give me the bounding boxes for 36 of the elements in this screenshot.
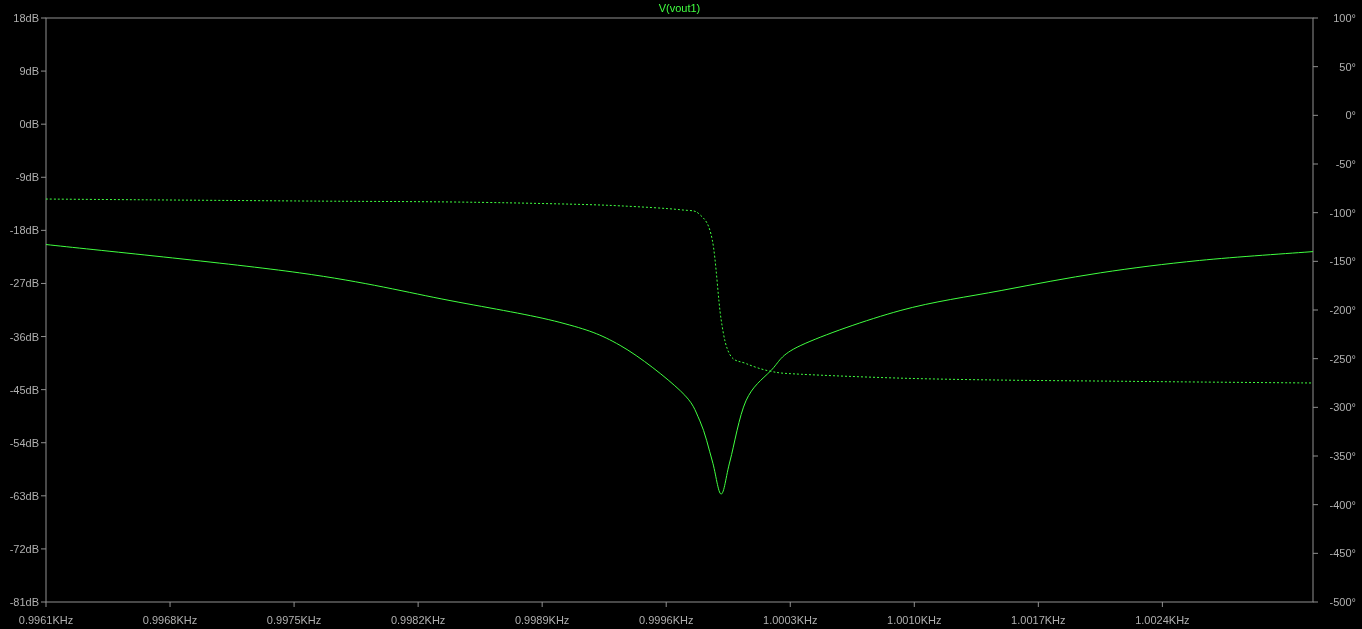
axis-label: -63dB (9, 489, 39, 502)
axis-label: 0dB (19, 118, 39, 131)
axis-label: -81dB (9, 596, 39, 608)
axis-label: 1.0003KHz (763, 614, 818, 626)
axis-label: -54dB (9, 436, 39, 449)
axis-label: -27dB (9, 277, 39, 290)
axis-label: 1.0017KHz (1011, 614, 1066, 626)
axis-label: 9dB (19, 65, 39, 78)
axis-label: 18dB (13, 12, 39, 24)
axis-label: -36dB (9, 330, 39, 343)
axis-label: 1.0024KHz (1135, 614, 1190, 626)
axis-label: 0.9968KHz (142, 614, 198, 626)
axis-label: -45dB (9, 383, 39, 396)
axis-label: 0.9982KHz (390, 614, 446, 626)
axis-label: -250° (1329, 352, 1356, 365)
axis-label: -300° (1329, 401, 1356, 414)
axis-label: 50° (1339, 60, 1356, 73)
axis-label: -18dB (9, 224, 39, 237)
axis-label: -150° (1329, 255, 1356, 268)
axis-label: -200° (1329, 304, 1356, 316)
axis-label: 1.0010KHz (887, 614, 942, 626)
axis-label: -50° (1335, 158, 1356, 170)
axis-label: -100° (1329, 206, 1356, 219)
axis-label: 100° (1333, 12, 1356, 24)
axis-label: 0.9975KHz (266, 614, 322, 626)
axis-label: 0° (1345, 109, 1356, 122)
axis-label: -500° (1329, 596, 1356, 608)
chart-title: V(vout1) (658, 2, 701, 14)
axis-label: 0.9989KHz (514, 614, 570, 626)
axis-label: -400° (1329, 498, 1356, 511)
axis-label: 0.9961KHz (18, 614, 74, 626)
axis-label: -9dB (15, 171, 39, 184)
axis-label: 0.9996KHz (639, 614, 694, 626)
axis-label: -450° (1329, 547, 1356, 560)
axis-label: -350° (1329, 450, 1356, 462)
axis-label: -72dB (9, 542, 39, 555)
